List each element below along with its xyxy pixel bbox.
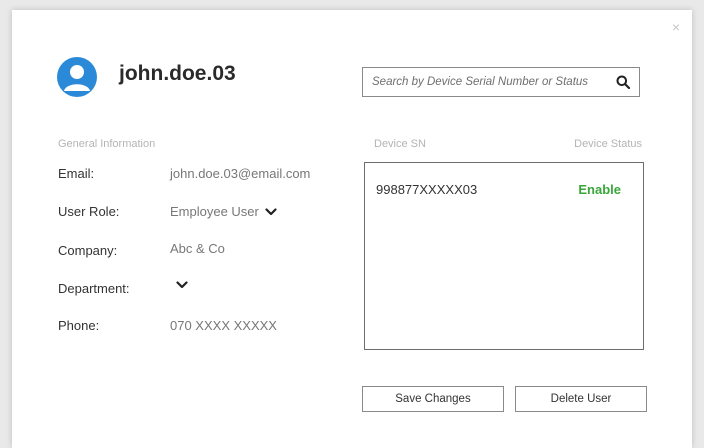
company-label: Company: <box>58 243 118 258</box>
user-role-label: User Role: <box>58 204 120 219</box>
search-icon[interactable] <box>611 70 635 94</box>
device-list[interactable]: 998877XXXXX03 Enable <box>364 162 644 350</box>
user-role-select[interactable]: Employee User <box>170 204 277 219</box>
chevron-down-icon[interactable] <box>176 281 188 289</box>
device-status-column-header: Device Status <box>574 138 642 150</box>
device-status-cell: Enable <box>578 181 621 197</box>
device-sn-column-header: Device SN <box>374 138 426 150</box>
general-info-heading: General Information <box>58 138 156 150</box>
phone-label: Phone: <box>58 318 100 333</box>
company-text: Abc & Co <box>170 241 225 256</box>
email-value: john.doe.03@email.com <box>170 166 310 181</box>
email-text: john.doe.03@email.com <box>170 166 311 181</box>
department-label: Department: <box>58 281 130 296</box>
email-label: Email: <box>58 166 95 181</box>
phone-text: 070 XXXX XXXXX <box>170 318 277 333</box>
search-bar <box>362 67 640 97</box>
search-input[interactable] <box>363 68 611 96</box>
user-icon <box>64 65 90 91</box>
department-select[interactable] <box>170 281 188 289</box>
delete-user-button[interactable]: Delete User <box>515 386 647 412</box>
avatar <box>57 57 97 97</box>
user-details-dialog: × john.doe.03 General Information Device… <box>12 10 692 448</box>
username-title: john.doe.03 <box>119 62 236 85</box>
phone-value: 070 XXXX XXXXX <box>170 318 277 333</box>
chevron-down-icon[interactable] <box>265 207 277 216</box>
save-changes-button[interactable]: Save Changes <box>362 386 504 412</box>
device-sn-cell: 998877XXXXX03 <box>376 181 478 197</box>
close-icon[interactable]: × <box>672 20 680 34</box>
device-row[interactable]: 998877XXXXX03 Enable <box>365 171 643 207</box>
company-value: Abc & Co <box>170 241 225 256</box>
user-role-text: Employee User <box>170 204 259 219</box>
